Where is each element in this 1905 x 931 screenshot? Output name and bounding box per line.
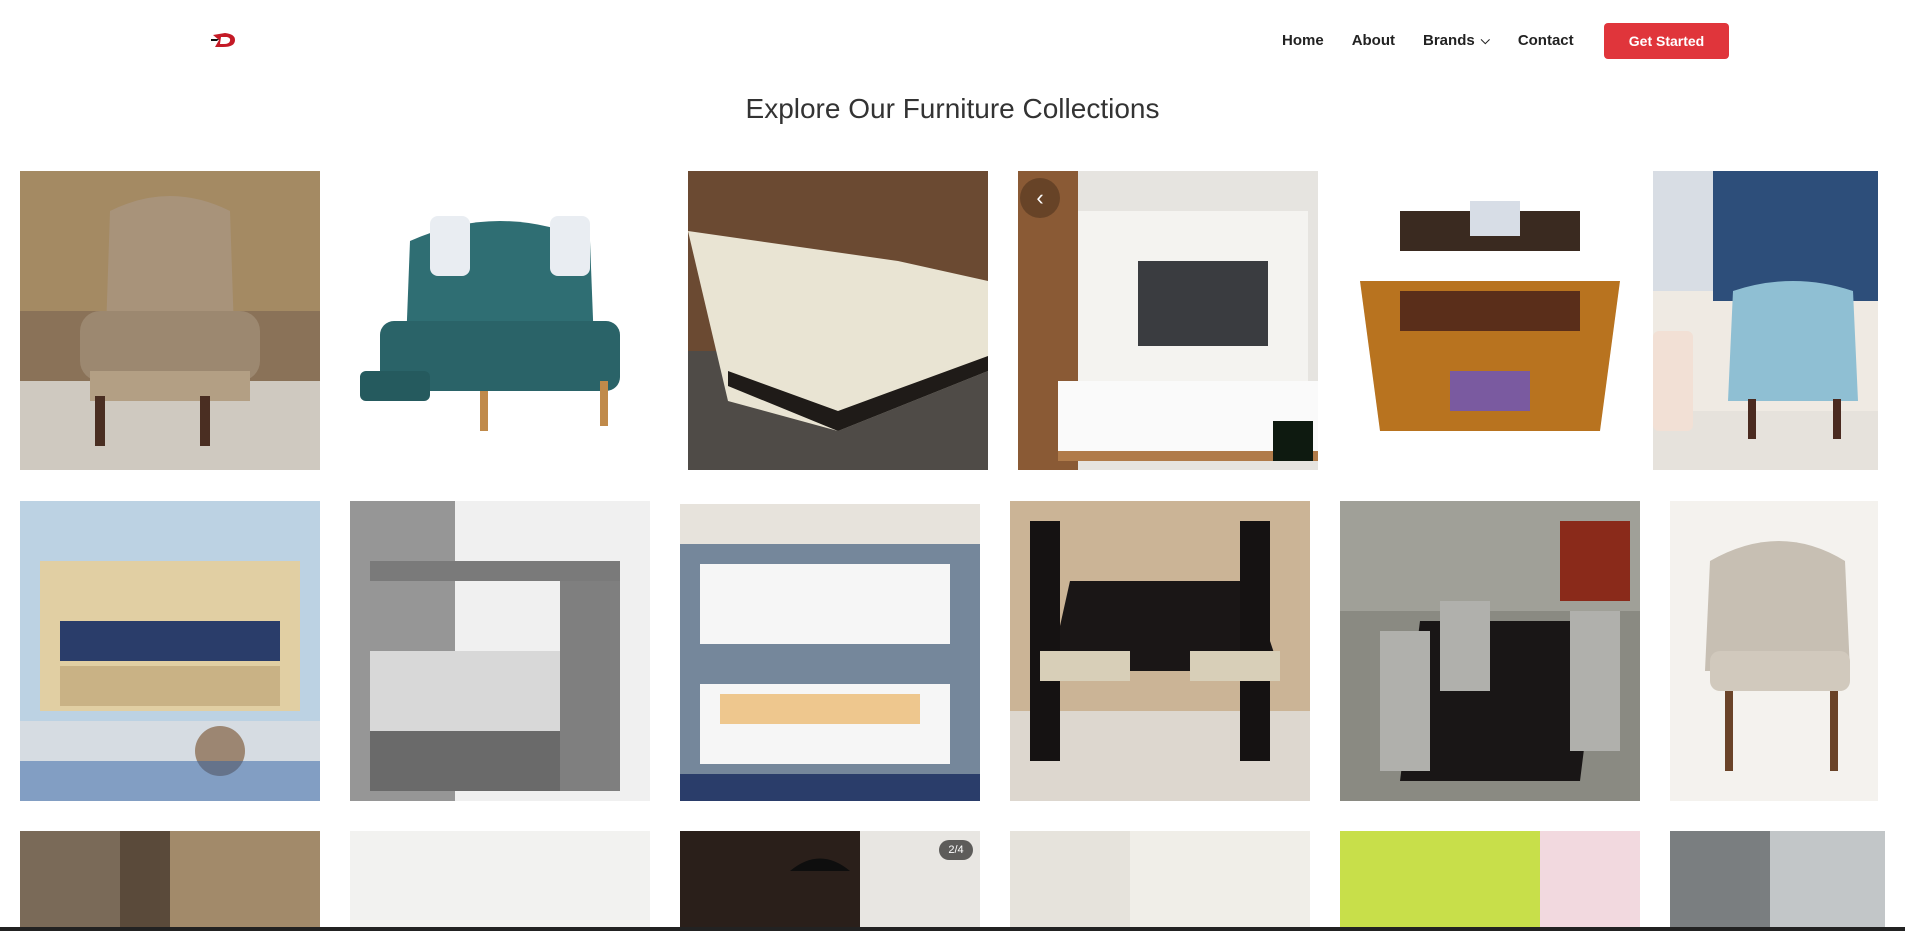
gallery-image-grey-dining-set[interactable] (1340, 501, 1640, 801)
gallery-image-pendant-lamp-room[interactable] (680, 831, 980, 931)
gallery-image-living-room[interactable] (20, 831, 320, 931)
logo-icon (211, 33, 235, 47)
chevron-down-icon[interactable]: ⌵ (1481, 33, 1490, 48)
slide-counter-badge: 2/4 (939, 840, 973, 860)
gallery-image-kids-bed[interactable] (20, 501, 320, 801)
nav-contact-link[interactable]: Contact (1518, 32, 1574, 49)
gallery-image-green-wall-room[interactable] (1340, 831, 1640, 931)
gallery-image-tv-wall-unit[interactable] (1018, 171, 1318, 470)
carousel-prev-button[interactable]: ‹ (1020, 178, 1060, 218)
gallery-image-grey-loft-bunk[interactable] (350, 501, 650, 801)
nav-links: Home About Brands ⌵ Contact (1282, 0, 1602, 80)
gallery-image-white-room[interactable] (350, 831, 650, 931)
chevron-left-icon[interactable]: ‹ (1036, 185, 1043, 211)
brand-logo[interactable] (211, 29, 239, 51)
gallery-image-teal-loveseat[interactable] (350, 171, 650, 470)
nav-brands-label[interactable]: Brands (1423, 32, 1475, 49)
top-navbar: Home About Brands ⌵ Contact Get Started (0, 0, 1905, 80)
gallery-image-cream-sectional[interactable] (688, 171, 988, 470)
gallery-image-grey-window-room[interactable] (1670, 831, 1885, 931)
gallery-image-white-bunk[interactable] (680, 504, 980, 801)
page-bottom-divider (0, 927, 1905, 931)
nav-brands-dropdown[interactable]: Brands ⌵ (1423, 32, 1490, 49)
gallery-image-tufted-armchair[interactable] (20, 171, 320, 470)
gallery-image-beige-lounge-chair[interactable] (1670, 501, 1878, 801)
nav-about-link[interactable]: About (1352, 32, 1395, 49)
gallery-image-studio-desk[interactable] (1340, 171, 1640, 470)
gallery-image-blue-accent-chair[interactable] (1653, 171, 1878, 470)
page-title: Explore Our Furniture Collections (745, 93, 1160, 124)
get-started-button[interactable]: Get Started (1604, 23, 1729, 59)
nav-about-label[interactable]: About (1352, 32, 1395, 49)
nav-home-label[interactable]: Home (1282, 32, 1324, 49)
nav-home-link[interactable]: Home (1282, 32, 1324, 49)
nav-contact-label[interactable]: Contact (1518, 32, 1574, 49)
gallery-image-dark-dining-set[interactable] (1010, 501, 1310, 801)
gallery-image-marble-room[interactable] (1010, 831, 1310, 931)
